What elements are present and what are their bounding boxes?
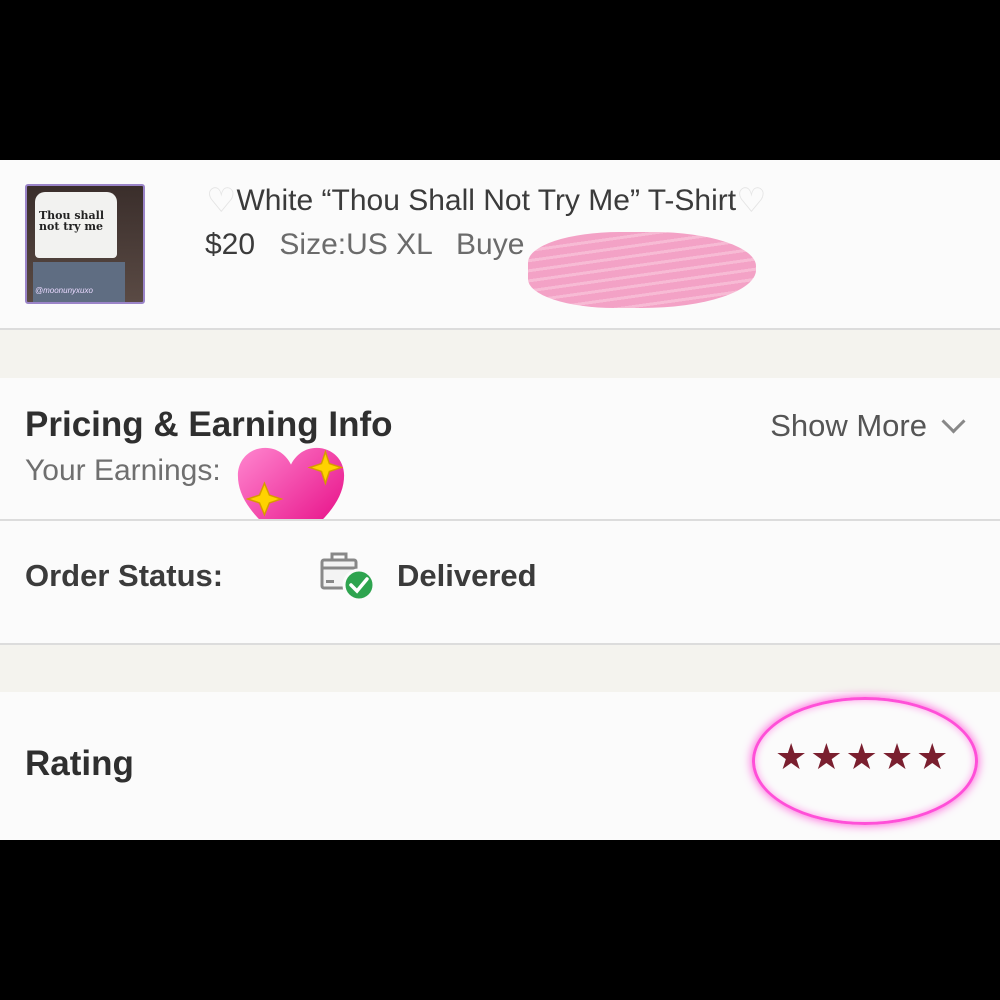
pricing-section: [0, 378, 1000, 520]
delivered-box-check-icon: [320, 552, 376, 602]
section-gap: [0, 330, 1000, 378]
pricing-title: Pricing & Earning Info: [25, 405, 393, 444]
rating-label: Rating: [25, 744, 134, 783]
rating-stars: ★★★★★: [775, 736, 952, 777]
earnings-label: Your Earnings:: [25, 454, 221, 487]
thumbnail-handle: @moonunyxuxo: [35, 286, 93, 295]
product-size: Size:US XL: [279, 228, 432, 261]
product-thumbnail[interactable]: Thou shall not try me @moonunyxuxo: [25, 184, 145, 304]
white-heart-icon: ♡: [736, 182, 767, 220]
show-more-button[interactable]: Show More: [770, 408, 966, 444]
show-more-label: Show More: [770, 408, 927, 443]
chevron-down-icon: [941, 409, 966, 434]
thumbnail-shirt-text: Thou shall not try me: [39, 209, 105, 233]
buyer-label: Buye: [456, 228, 525, 261]
product-price: $20: [205, 228, 256, 261]
product-title: White “Thou Shall Not Try Me” T-Shirt: [236, 184, 737, 217]
product-meta: $20 Size:US XL Buye: [205, 228, 524, 262]
privacy-scribble-redaction: [528, 232, 756, 308]
product-title-row: ♡White “Thou Shall Not Try Me” T-Shirt♡: [206, 181, 767, 225]
order-status-value: Delivered: [397, 558, 537, 593]
white-heart-icon: ♡: [206, 182, 237, 220]
section-gap: [0, 645, 1000, 692]
order-status-label: Order Status:: [25, 558, 224, 593]
jeans-image: [33, 262, 125, 302]
